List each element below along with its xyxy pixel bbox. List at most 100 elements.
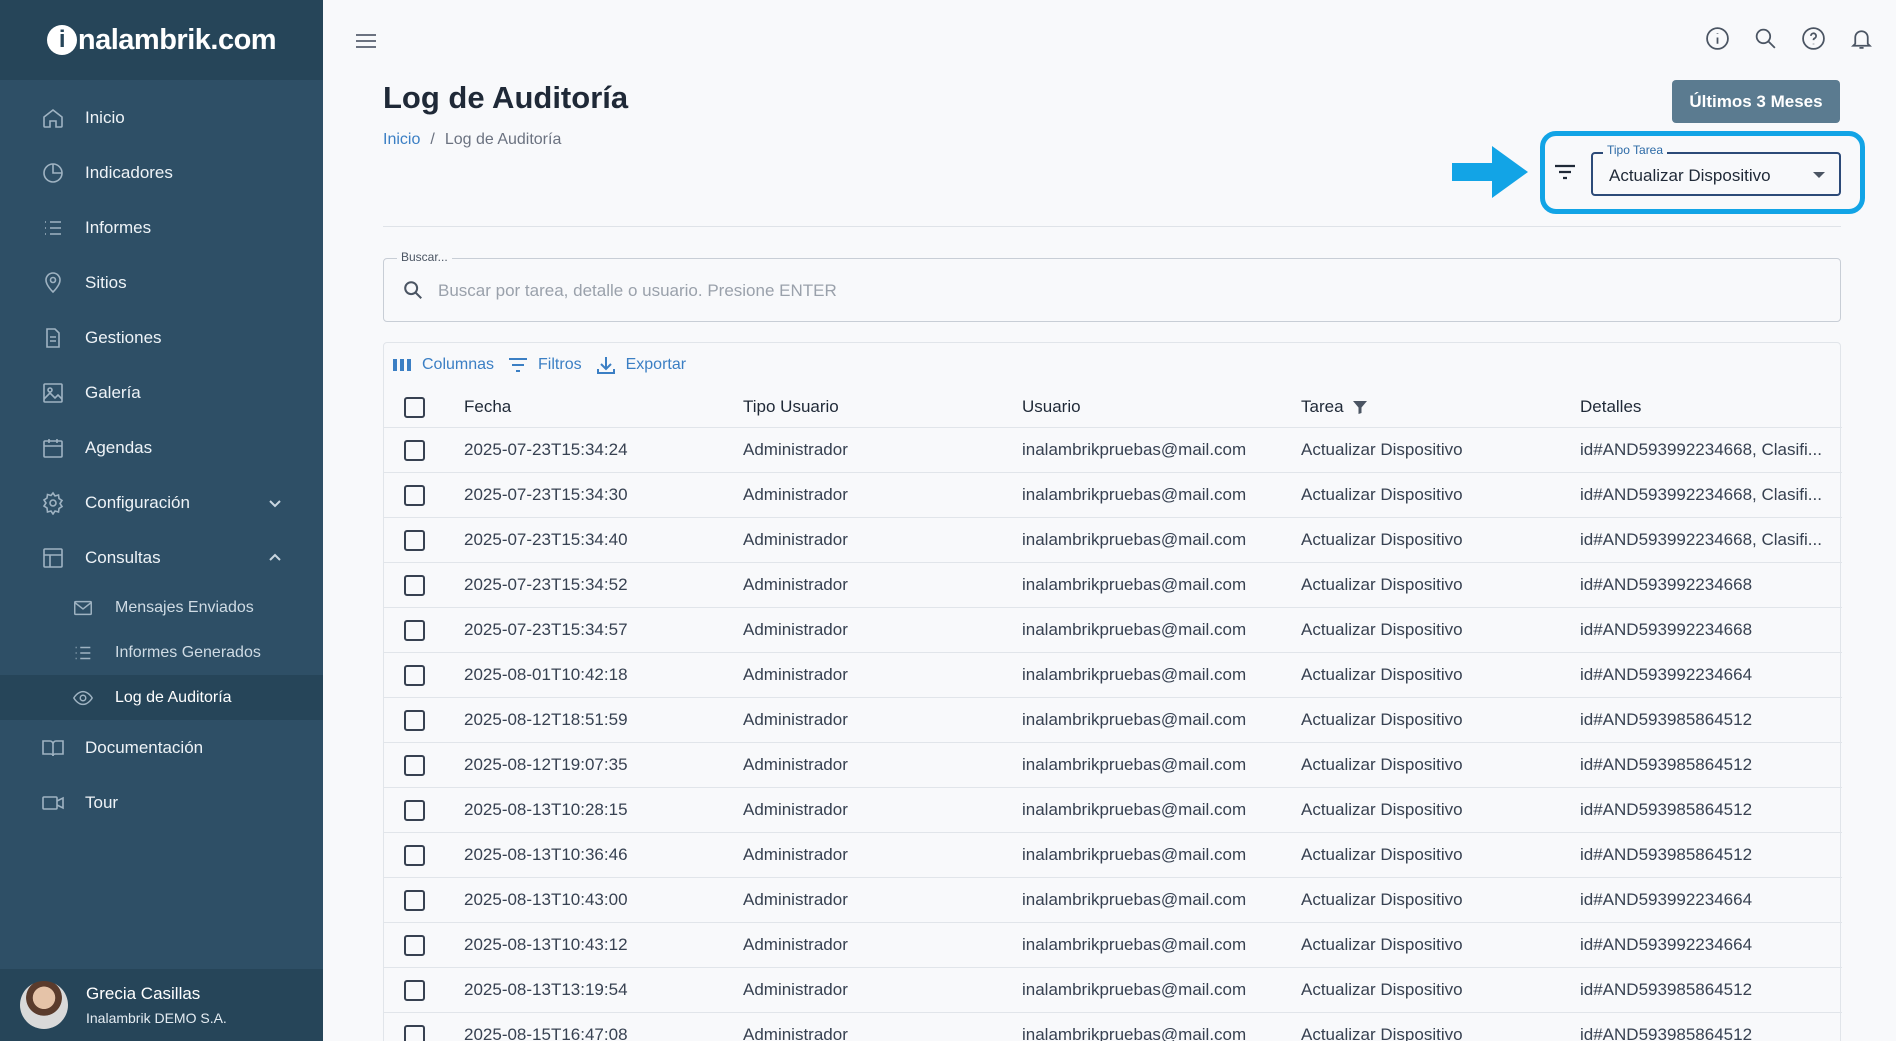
breadcrumb: Inicio / Log de Auditoría [383, 131, 561, 149]
cell-usuario: inalambrikpruebas@mail.com [1022, 922, 1301, 968]
table-row[interactable]: 2025-08-13T13:19:54 Administrador inalambr… [384, 967, 1842, 1013]
avatar[interactable] [20, 981, 68, 1029]
row-checkbox[interactable] [404, 439, 425, 461]
select-all-checkbox[interactable] [404, 396, 425, 418]
select-all-cell [384, 387, 464, 428]
column-header-fecha[interactable]: Fecha [464, 387, 743, 428]
cell-detalles: id#AND593992234664 [1580, 922, 1842, 968]
table-row[interactable]: 2025-08-13T10:36:46 Administrador inalambr… [384, 832, 1842, 878]
cell-tarea: Actualizar Dispositivo [1301, 517, 1580, 563]
help-icon[interactable] [1801, 26, 1826, 56]
sidebar-item-informes[interactable]: Informes [0, 200, 323, 255]
table-row[interactable]: 2025-08-15T16:47:08 Administrador inalambr… [384, 1012, 1842, 1041]
columns-icon [393, 359, 411, 371]
document-icon [40, 325, 66, 351]
table-row[interactable]: 2025-07-23T15:34:52 Administrador inalambr… [384, 562, 1842, 608]
cell-usuario: inalambrikpruebas@mail.com [1022, 967, 1301, 1013]
sidebar-item-configuracion[interactable]: Configuración [0, 475, 323, 530]
table-row[interactable]: 2025-08-13T10:43:12 Administrador inalambr… [384, 922, 1842, 968]
bell-icon[interactable] [1849, 26, 1874, 56]
row-checkbox[interactable] [404, 574, 425, 596]
table-row[interactable]: 2025-07-23T15:34:24 Administrador inalambr… [384, 427, 1842, 473]
tipo-tarea-select[interactable]: Tipo Tarea Actualizar Dispositivo [1591, 143, 1841, 196]
cell-tipo-usuario: Administrador [743, 652, 1022, 698]
pie-chart-icon [40, 160, 66, 186]
sidebar-item-gestiones[interactable]: Gestiones [0, 310, 323, 365]
row-select-cell [384, 742, 464, 788]
sidebar-subitem-informes-generados[interactable]: Informes Generados [0, 630, 323, 675]
column-header-tipo-usuario[interactable]: Tipo Usuario [743, 387, 1022, 428]
breadcrumb-home-link[interactable]: Inicio [383, 131, 420, 149]
table-row[interactable]: 2025-07-23T15:34:40 Administrador inalambr… [384, 517, 1842, 563]
user-profile[interactable]: Grecia Casillas Inalambrik DEMO S.A. [0, 969, 323, 1041]
table-row[interactable]: 2025-08-12T19:07:35 Administrador inalambr… [384, 742, 1842, 788]
row-checkbox[interactable] [404, 799, 425, 821]
row-select-cell [384, 1012, 464, 1041]
sidebar-subitem-mensajes-enviados[interactable]: Mensajes Enviados [0, 585, 323, 630]
row-checkbox[interactable] [404, 844, 425, 866]
filters-button[interactable]: Filtros [508, 355, 582, 375]
brand-logo[interactable]: i nalambrik.com [46, 24, 277, 57]
cell-tipo-usuario: Administrador [743, 877, 1022, 923]
cell-tipo-usuario: Administrador [743, 607, 1022, 653]
table-row[interactable]: 2025-07-23T15:34:57 Administrador inalambr… [384, 607, 1842, 653]
tipo-tarea-value: Actualizar Dispositivo [1609, 166, 1771, 185]
table-row[interactable]: 2025-08-12T18:51:59 Administrador inalambr… [384, 697, 1842, 743]
table-row[interactable]: 2025-08-13T10:28:15 Administrador inalambr… [384, 787, 1842, 833]
chevron-up-icon[interactable] [267, 550, 283, 571]
row-checkbox[interactable] [404, 754, 425, 776]
cell-usuario: inalambrikpruebas@mail.com [1022, 1012, 1301, 1041]
row-checkbox[interactable] [404, 934, 425, 956]
sidebar-item-indicadores[interactable]: Indicadores [0, 145, 323, 200]
column-header-tarea-cell[interactable]: Tarea [1301, 387, 1580, 428]
row-checkbox[interactable] [404, 619, 425, 641]
search-icon[interactable] [1753, 26, 1778, 56]
sidebar-subitem-log-auditoria[interactable]: Log de Auditoría [0, 675, 323, 720]
cell-usuario: inalambrikpruebas@mail.com [1022, 517, 1301, 563]
cell-tarea: Actualizar Dispositivo [1301, 652, 1580, 698]
row-checkbox[interactable] [404, 529, 425, 551]
columns-button[interactable]: Columnas [392, 355, 494, 375]
row-checkbox[interactable] [404, 709, 425, 731]
column-header-usuario[interactable]: Usuario [1022, 387, 1301, 428]
cell-fecha: 2025-08-01T10:42:18 [464, 652, 743, 698]
table-row[interactable]: 2025-08-13T10:43:00 Administrador inalambr… [384, 877, 1842, 923]
info-icon[interactable] [1705, 26, 1730, 56]
cell-usuario: inalambrikpruebas@mail.com [1022, 652, 1301, 698]
filter-icon[interactable] [1554, 163, 1576, 186]
row-select-cell [384, 607, 464, 653]
caret-down-icon[interactable] [1813, 172, 1825, 178]
sidebar-item-agendas[interactable]: Agendas [0, 420, 323, 475]
filter-active-icon[interactable] [1352, 399, 1368, 415]
cell-detalles: id#AND593992234668, Clasifi... [1580, 517, 1842, 563]
column-header-detalles[interactable]: Detalles [1580, 387, 1842, 428]
cell-tarea: Actualizar Dispositivo [1301, 787, 1580, 833]
cell-usuario: inalambrikpruebas@mail.com [1022, 742, 1301, 788]
row-checkbox[interactable] [404, 1024, 425, 1041]
row-checkbox[interactable] [404, 484, 425, 506]
sidebar-item-documentacion[interactable]: Documentación [0, 720, 323, 775]
sidebar-item-sitios[interactable]: Sitios [0, 255, 323, 310]
cell-fecha: 2025-08-13T10:28:15 [464, 787, 743, 833]
date-range-button[interactable]: Últimos 3 Meses [1672, 80, 1840, 123]
chevron-down-icon[interactable] [267, 495, 283, 516]
export-button[interactable]: Exportar [596, 355, 686, 375]
cell-tipo-usuario: Administrador [743, 427, 1022, 473]
sidebar-item-consultas[interactable]: Consultas [0, 530, 323, 585]
sidebar-item-tour[interactable]: Tour [0, 775, 323, 830]
divider [383, 226, 1841, 227]
table-row[interactable]: 2025-07-23T15:34:30 Administrador inalambr… [384, 472, 1842, 518]
table-row[interactable]: 2025-08-01T10:42:18 Administrador inalambr… [384, 652, 1842, 698]
cell-tipo-usuario: Administrador [743, 787, 1022, 833]
row-checkbox[interactable] [404, 979, 425, 1001]
sidebar-item-inicio[interactable]: Inicio [0, 90, 323, 145]
cell-fecha: 2025-07-23T15:34:52 [464, 562, 743, 608]
row-checkbox[interactable] [404, 664, 425, 686]
menu-toggle-icon[interactable] [354, 30, 378, 57]
cell-usuario: inalambrikpruebas@mail.com [1022, 787, 1301, 833]
search-input[interactable]: Buscar... Buscar por tarea, detalle o us… [383, 250, 1841, 322]
row-checkbox[interactable] [404, 889, 425, 911]
sidebar-item-label: Indicadores [85, 162, 173, 182]
cell-tipo-usuario: Administrador [743, 967, 1022, 1013]
sidebar-item-galeria[interactable]: Galería [0, 365, 323, 420]
